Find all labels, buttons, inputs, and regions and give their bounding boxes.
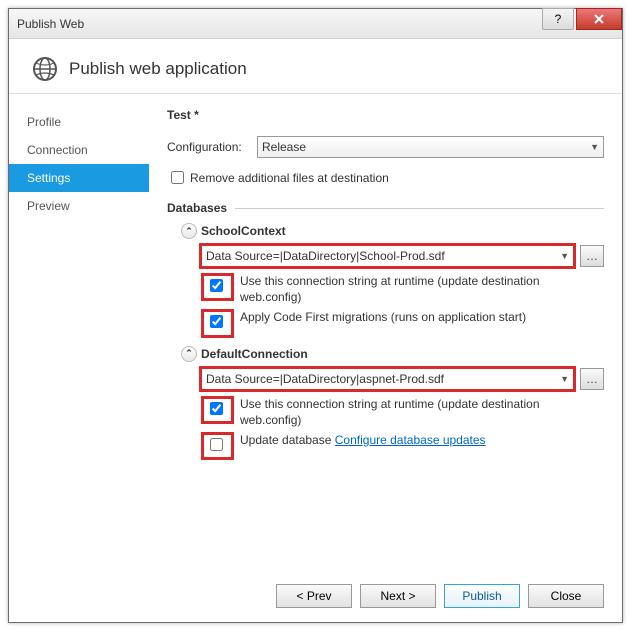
defaultconnection-browse-button[interactable]: …	[580, 368, 604, 390]
prev-button[interactable]: < Prev	[276, 584, 352, 608]
configuration-dropdown[interactable]: Release ▼	[257, 136, 604, 158]
header-title: Publish web application	[69, 59, 247, 79]
schoolcontext-migrations-checkbox[interactable]	[210, 315, 223, 328]
db-name: SchoolContext	[201, 224, 286, 238]
publish-button[interactable]: Publish	[444, 584, 520, 608]
nav-settings[interactable]: Settings	[9, 164, 149, 192]
db-name: DefaultConnection	[201, 347, 308, 361]
defaultconnection-connection-value: Data Source=|DataDirectory|aspnet-Prod.s…	[206, 372, 444, 386]
expander-icon[interactable]: ⌃	[181, 223, 197, 239]
close-button[interactable]: Close	[528, 584, 604, 608]
defaultconnection-update-db-checkbox[interactable]	[210, 438, 223, 451]
globe-icon	[31, 55, 59, 83]
schoolcontext-connection-dropdown[interactable]: Data Source=|DataDirectory|School-Prod.s…	[201, 245, 574, 267]
titlebar: Publish Web ?	[9, 9, 622, 39]
db-group-defaultconnection: ⌃ DefaultConnection Data Source=|DataDir…	[181, 346, 604, 461]
schoolcontext-use-runtime-checkbox[interactable]	[210, 279, 223, 292]
schoolcontext-browse-button[interactable]: …	[580, 245, 604, 267]
nav-connection[interactable]: Connection	[9, 136, 149, 164]
nav-profile[interactable]: Profile	[9, 108, 149, 136]
chevron-down-icon: ▼	[590, 142, 599, 152]
close-window-button[interactable]	[576, 8, 622, 30]
expander-icon[interactable]: ⌃	[181, 346, 197, 362]
nav-preview[interactable]: Preview	[9, 192, 149, 220]
main-panel: Test * Configuration: Release ▼ Remove a…	[149, 94, 622, 615]
defaultconnection-use-runtime-label: Use this connection string at runtime (u…	[240, 396, 604, 428]
help-button[interactable]: ?	[542, 8, 574, 30]
schoolcontext-migrations-label: Apply Code First migrations (runs on app…	[240, 309, 526, 325]
defaultconnection-update-db-label: Update database	[240, 433, 331, 447]
configuration-value: Release	[262, 140, 306, 154]
dialog-header: Publish web application	[9, 39, 622, 93]
remove-files-checkbox[interactable]	[171, 171, 184, 184]
configure-database-updates-link[interactable]: Configure database updates	[335, 433, 486, 447]
defaultconnection-connection-dropdown[interactable]: Data Source=|DataDirectory|aspnet-Prod.s…	[201, 368, 574, 390]
chevron-down-icon: ▼	[560, 374, 569, 384]
next-button[interactable]: Next >	[360, 584, 436, 608]
configuration-label: Configuration:	[167, 140, 257, 154]
chevron-down-icon: ▼	[560, 251, 569, 261]
remove-files-label: Remove additional files at destination	[190, 171, 389, 185]
schoolcontext-connection-value: Data Source=|DataDirectory|School-Prod.s…	[206, 249, 445, 263]
page-title: Test *	[167, 108, 604, 122]
nav-sidebar: Profile Connection Settings Preview	[9, 94, 149, 615]
window-title: Publish Web	[17, 17, 542, 31]
databases-heading: Databases	[167, 201, 227, 215]
schoolcontext-use-runtime-label: Use this connection string at runtime (u…	[240, 273, 604, 305]
dialog-footer: < Prev Next > Publish Close	[276, 584, 604, 608]
defaultconnection-use-runtime-checkbox[interactable]	[210, 402, 223, 415]
publish-web-dialog: Publish Web ? Publish web application Pr…	[8, 8, 623, 623]
db-group-schoolcontext: ⌃ SchoolContext Data Source=|DataDirecto…	[181, 223, 604, 338]
